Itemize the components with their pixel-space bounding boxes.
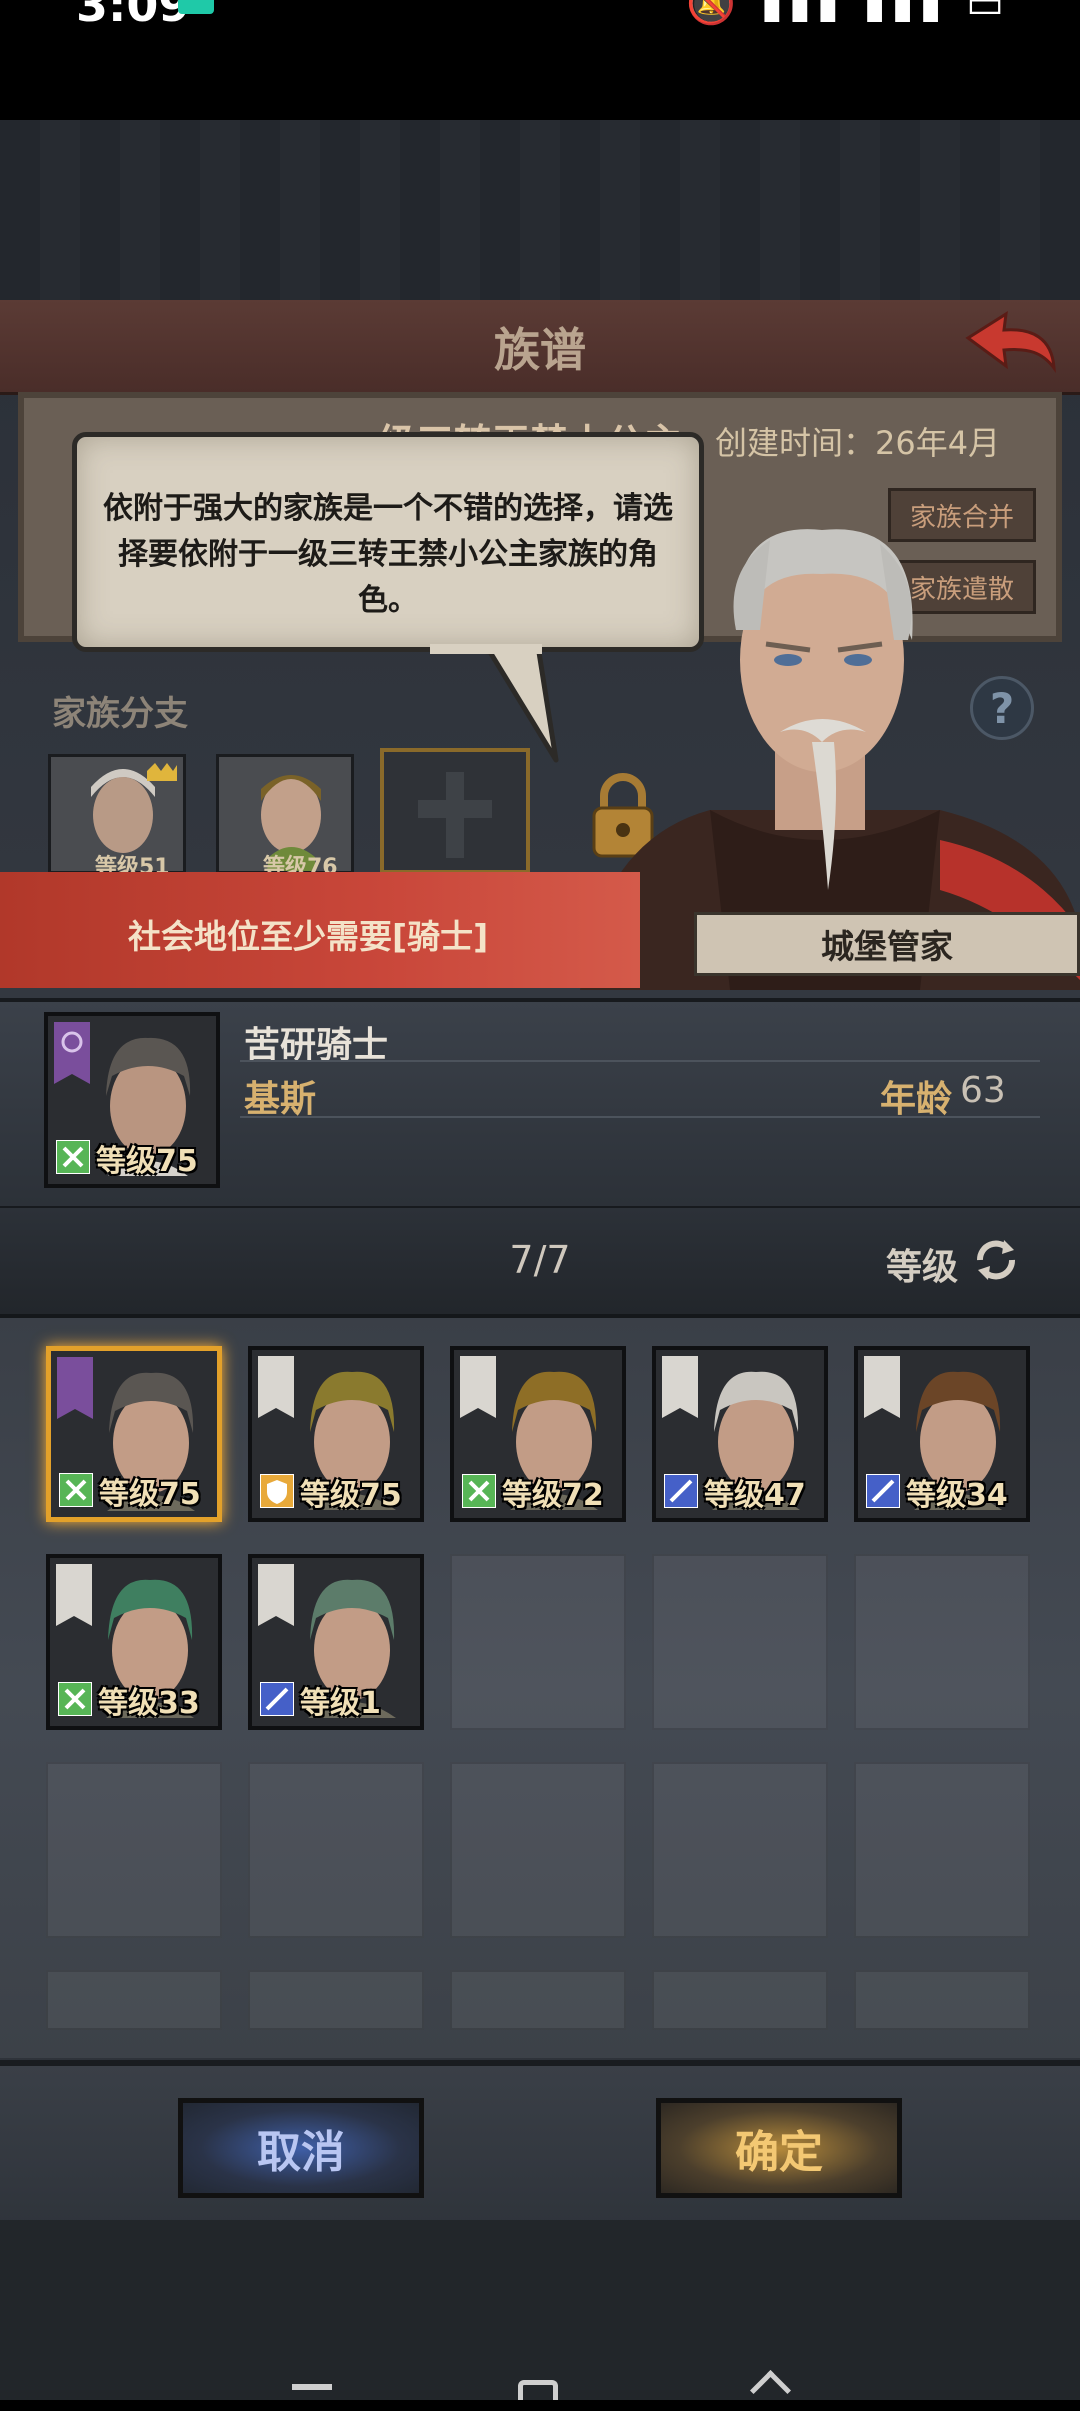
speaker-name: 城堡管家 xyxy=(821,927,953,966)
character-level: 等级72 xyxy=(502,1478,604,1513)
sort-label[interactable]: 等级 xyxy=(886,1238,958,1290)
character-card[interactable]: 等级1 xyxy=(248,1554,424,1730)
character-card[interactable]: 等级72 xyxy=(450,1346,626,1522)
character-name: 基斯 xyxy=(244,1079,317,1120)
character-card[interactable]: 等级75 xyxy=(248,1346,424,1522)
white-flag-icon xyxy=(864,1356,900,1418)
character-card[interactable]: 等级75 xyxy=(46,1346,222,1522)
title-bar: 族谱 xyxy=(0,300,1080,395)
confirm-button[interactable]: 确定 xyxy=(656,2098,902,2198)
branch-member-card[interactable]: 等级76 xyxy=(216,754,354,880)
cancel-button[interactable]: 取消 xyxy=(178,2098,424,2198)
character-level: 等级1 xyxy=(300,1686,381,1721)
status-time: 3:09 xyxy=(76,0,191,32)
green-class-badge-icon xyxy=(56,1140,90,1174)
character-card[interactable]: 等级34 xyxy=(854,1346,1030,1522)
character-card[interactable]: 等级33 xyxy=(46,1554,222,1730)
character-level: 等级47 xyxy=(704,1478,806,1513)
blue-class-badge-icon xyxy=(664,1474,698,1508)
menu-nav-icon[interactable] xyxy=(292,2384,332,2390)
character-level: 等级75 xyxy=(96,1144,198,1179)
empty-character-slot[interactable] xyxy=(450,1762,626,1938)
empty-character-slot[interactable] xyxy=(46,1762,222,1938)
divider xyxy=(240,1060,1040,1062)
character-level: 等级33 xyxy=(98,1686,200,1721)
empty-character-slot[interactable] xyxy=(854,1970,1030,2030)
empty-character-slot[interactable] xyxy=(450,1970,626,2030)
empty-character-slot[interactable] xyxy=(854,1554,1030,1730)
purple-flag-icon xyxy=(57,1357,93,1419)
white-flag-icon xyxy=(56,1564,92,1626)
empty-character-slot[interactable] xyxy=(46,1970,222,2030)
green-class-badge-icon xyxy=(462,1474,496,1508)
dialog-message: 依附于强大的家族是一个不错的选择，请选择要依附于一级三转王禁小公主家族的角色。 xyxy=(103,491,673,618)
orange-class-badge-icon xyxy=(260,1474,294,1508)
white-flag-icon xyxy=(662,1356,698,1418)
blue-class-badge-icon xyxy=(866,1474,900,1508)
back-nav-icon[interactable] xyxy=(749,2369,792,2411)
bottom-bar xyxy=(0,2060,1080,2226)
page-title: 族谱 xyxy=(494,323,586,377)
speech-bubble-tail xyxy=(430,644,559,763)
character-level: 等级75 xyxy=(99,1477,201,1512)
divider xyxy=(240,1116,1040,1118)
character-level: 等级75 xyxy=(300,1478,402,1513)
white-flag-icon xyxy=(258,1356,294,1418)
character-card[interactable]: 等级47 xyxy=(652,1346,828,1522)
empty-character-slot[interactable] xyxy=(248,1970,424,2030)
home-nav-icon[interactable] xyxy=(518,2380,558,2400)
back-arrow-icon[interactable] xyxy=(962,308,1058,384)
created-time: 创建时间：26年4月 xyxy=(715,424,1001,462)
notification-icon xyxy=(178,0,214,14)
family-branch-label: 家族分支 xyxy=(52,694,188,734)
empty-character-slot[interactable] xyxy=(450,1554,626,1730)
character-count: 7/7 xyxy=(509,1238,571,1282)
requirement-text: 社会地位至少需要[骑士] xyxy=(128,917,489,956)
cross-icon xyxy=(418,772,492,858)
blue-class-badge-icon xyxy=(260,1682,294,1716)
age-value: 63 xyxy=(960,1070,1006,1111)
age-label: 年龄 xyxy=(880,1079,953,1120)
character-level: 等级34 xyxy=(906,1478,1008,1513)
branch-member-card[interactable]: 等级51 xyxy=(48,754,186,880)
empty-character-slot[interactable] xyxy=(248,1762,424,1938)
refresh-sort-icon[interactable] xyxy=(968,1232,1024,1288)
green-class-badge-icon xyxy=(58,1682,92,1716)
empty-character-slot[interactable] xyxy=(652,1762,828,1938)
empty-character-slot[interactable] xyxy=(854,1762,1030,1938)
empty-character-slot[interactable] xyxy=(652,1554,828,1730)
selected-character-portrait: 等级75 xyxy=(44,1012,220,1188)
status-bar: 3:09 🔕 ▮▮▮ ▮▮▮ ▭ xyxy=(0,0,1080,120)
navigation-bar xyxy=(0,2220,1080,2411)
white-flag-icon xyxy=(460,1356,496,1418)
white-flag-icon xyxy=(258,1564,294,1626)
branch-empty-slot[interactable] xyxy=(380,748,530,874)
purple-flag-icon xyxy=(54,1022,90,1084)
empty-character-slot[interactable] xyxy=(652,1970,828,2030)
green-class-badge-icon xyxy=(59,1473,93,1507)
top-band xyxy=(0,120,1080,300)
status-icons: 🔕 ▮▮▮ ▮▮▮ ▭ xyxy=(686,0,1010,27)
